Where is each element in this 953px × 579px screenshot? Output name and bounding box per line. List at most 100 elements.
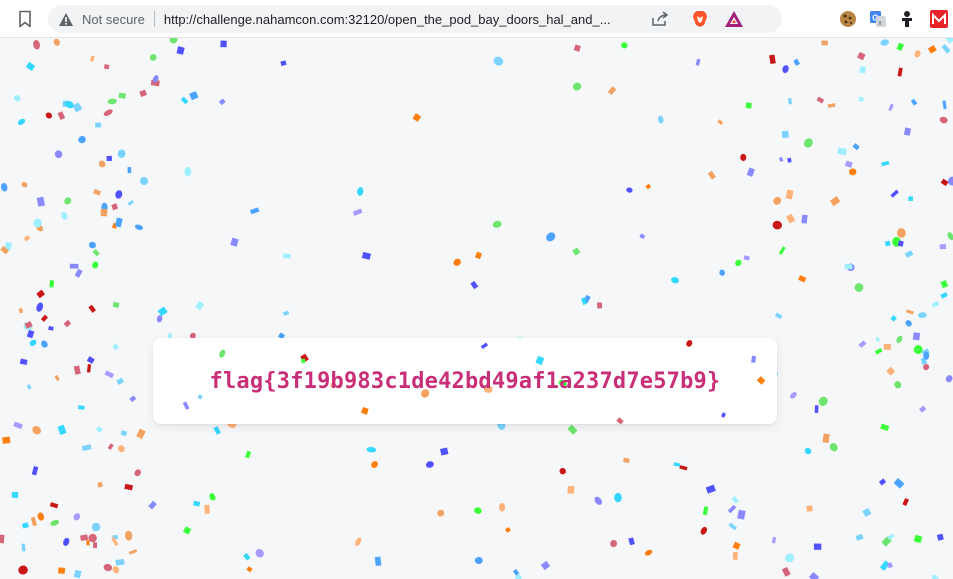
confetti-piece (745, 102, 752, 109)
confetti-piece (21, 522, 29, 529)
confetti-piece (917, 312, 927, 318)
confetti-piece (361, 252, 372, 260)
confetti-piece (57, 111, 66, 120)
confetti-piece (816, 96, 825, 104)
confetti-piece (644, 549, 653, 556)
confetti-piece (103, 563, 113, 572)
confetti-piece (53, 38, 60, 46)
bookmark-icon[interactable] (14, 9, 36, 29)
confetti-piece (914, 50, 921, 58)
translate-extension-icon[interactable]: Gx (868, 9, 888, 29)
confetti-piece (737, 509, 746, 520)
security-label[interactable]: Not secure (82, 12, 145, 27)
confetti-piece (781, 130, 789, 139)
confetti-piece (740, 153, 747, 162)
confetti-piece (804, 447, 812, 455)
confetti-piece (945, 375, 953, 383)
confetti-piece (890, 315, 897, 322)
confetti-piece (610, 540, 618, 548)
confetti-piece (100, 208, 108, 217)
confetti-piece (658, 115, 664, 124)
confetti-piece (156, 315, 163, 323)
confetti-piece (732, 541, 741, 550)
confetti-piece (95, 425, 103, 434)
confetti-piece (106, 155, 112, 162)
confetti-piece (719, 269, 725, 276)
confetti-piece (73, 569, 82, 579)
confetti-piece (18, 565, 28, 575)
confetti-piece (939, 244, 947, 250)
confetti-piece (896, 42, 904, 51)
confetti-piece (888, 103, 894, 112)
confetti-piece (21, 543, 26, 552)
confetti-piece (803, 138, 813, 148)
confetti-piece (103, 109, 113, 116)
confetti-piece (13, 95, 21, 102)
confetti-piece (827, 103, 836, 108)
confetti-piece (36, 289, 46, 299)
confetti-piece (771, 536, 777, 544)
confetti-piece (103, 64, 110, 70)
confetti-piece (149, 54, 157, 61)
confetti-piece (86, 540, 90, 546)
confetti-piece (902, 497, 910, 507)
confetti-piece (30, 516, 37, 527)
url-text[interactable]: http://challenge.nahamcon.com:32120/open… (164, 12, 642, 27)
confetti-piece (412, 113, 422, 122)
confetti-piece (769, 54, 776, 65)
confetti-piece (919, 405, 927, 413)
confetti-piece (41, 340, 48, 348)
confetti-piece (63, 537, 70, 546)
confetti-piece (947, 232, 953, 241)
confetti-piece (931, 574, 940, 579)
m-extension-icon[interactable] (929, 9, 949, 29)
confetti-piece (13, 421, 23, 430)
confetti-piece (124, 483, 133, 491)
confetti-piece (92, 248, 100, 257)
confetti-piece (837, 147, 847, 156)
confetti-piece (705, 484, 716, 494)
share-icon[interactable] (651, 11, 669, 27)
confetti-piece (893, 478, 905, 489)
confetti-piece (112, 566, 120, 574)
confetti-piece (897, 67, 903, 77)
address-bar[interactable]: Not secure http://challenge.nahamcon.com… (48, 5, 782, 33)
confetti-piece (829, 443, 838, 452)
confetti-piece (594, 496, 603, 505)
confetti-piece (95, 122, 102, 128)
confetti-piece (903, 127, 912, 136)
confetti-piece (717, 119, 724, 126)
confetti-piece (546, 232, 556, 242)
confetti-piece (36, 302, 44, 312)
brave-rewards-icon[interactable] (724, 10, 744, 28)
confetti-piece (798, 275, 807, 283)
confetti-piece (875, 336, 880, 342)
confetti-piece (773, 196, 782, 205)
confetti-piece (913, 345, 923, 355)
confetti-piece (128, 549, 138, 555)
confetti-piece (573, 44, 581, 52)
cookie-extension-icon[interactable] (838, 9, 858, 29)
confetti-piece (844, 160, 853, 168)
confetti-piece (220, 40, 227, 48)
confetti-piece (93, 188, 102, 196)
confetti-piece (829, 196, 841, 207)
warning-icon[interactable] (58, 11, 74, 27)
confetti-piece (822, 433, 830, 444)
confetti-piece (0, 182, 8, 192)
confetti-piece (778, 246, 786, 255)
brave-shields-icon[interactable] (691, 10, 709, 28)
confetti-piece (880, 39, 889, 46)
confetti-piece (786, 213, 796, 224)
confetti-piece (645, 183, 652, 190)
confetti-piece (945, 38, 953, 44)
confetti-piece (64, 197, 72, 205)
confetti-piece (245, 450, 252, 459)
confetti-piece (504, 527, 511, 533)
confetti-piece (470, 280, 479, 290)
confetti-piece (282, 310, 290, 316)
confetti-piece (204, 504, 210, 514)
confetti-piece (904, 250, 914, 258)
confetti-piece (184, 167, 192, 177)
puzzle-extension-icon[interactable] (897, 9, 917, 29)
